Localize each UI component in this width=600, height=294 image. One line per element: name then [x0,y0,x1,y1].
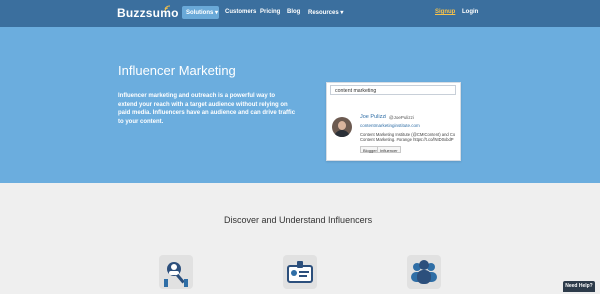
influencer-handle: @JoePulizzi [389,115,414,120]
hero-title: Influencer Marketing [118,63,236,78]
influencer-site[interactable]: contentmarketinginstitute.com [360,123,420,128]
nav-item-customers[interactable]: Customers [225,9,256,15]
bio-line-2: Content Marketing. #orange https://t.co/… [360,137,454,143]
broadcast-icon [164,5,171,12]
id-card-glyph [287,261,313,283]
search-user-icon [159,255,193,289]
search-user-glyph [164,262,188,287]
nav-item-blog[interactable]: Blog [287,9,300,15]
features-title: Discover and Understand Influencers [224,215,373,225]
search-input[interactable]: content marketing [330,85,456,95]
group-icon [407,255,441,289]
nav-item-resources[interactable]: Resources ▾ [308,9,343,16]
influencer-bio: Content Marketing Institute (@CMIContent… [360,132,458,143]
hero-section [0,27,600,183]
influencer-preview-card: content marketing Joe Pulizzi @JoePulizz… [326,82,461,161]
group-glyph [411,260,437,284]
avatar [332,117,352,137]
id-card-icon [283,255,317,289]
nav-item-pricing[interactable]: Pricing [260,9,280,15]
signup-link[interactable]: Signup [435,9,455,15]
influencer-name[interactable]: Joe Pulizzi [360,114,386,120]
need-help-button[interactable]: Need Help? [563,281,595,292]
hero-description: Influencer marketing and outreach is a p… [118,93,296,126]
nav-item-solutions[interactable]: Solutions ▾ [186,9,218,16]
top-nav: Buzzsumo Solutions ▾ Customers Pricing B… [0,0,600,27]
login-link[interactable]: Login [462,9,478,15]
avatar-body [334,130,350,137]
tag-influencer: Influencer [377,146,401,153]
avatar-face [338,121,346,130]
